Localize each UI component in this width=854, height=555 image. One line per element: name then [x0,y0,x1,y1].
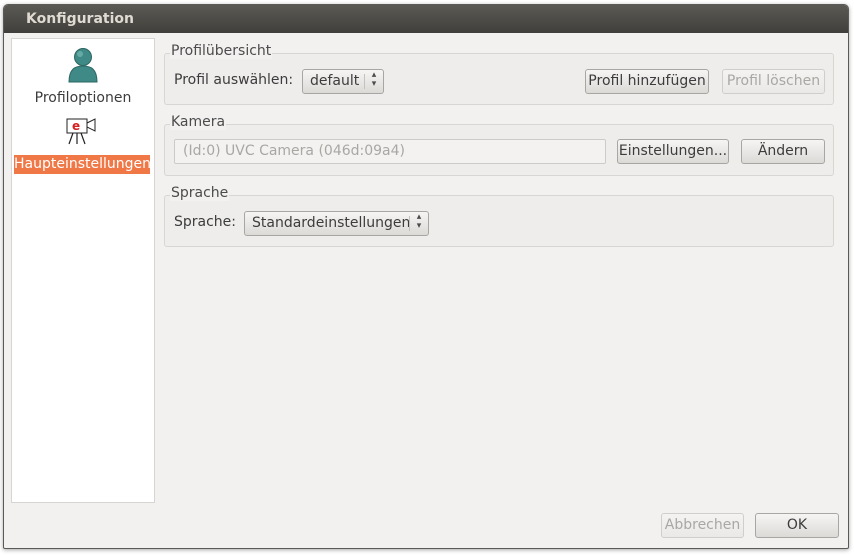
user-profile-icon [68,48,98,83]
profile-group: Profilübersicht Profil auswählen: defaul… [164,43,834,105]
sidebar-item-label: Haupteinstellungen [14,155,152,174]
sidebar-item-haupteinstellungen[interactable]: e Haupteinstellungen [12,115,154,177]
profile-select[interactable]: default ▴ ▾ [302,69,384,94]
window-title: Konfiguration [26,11,134,27]
language-select-value: Standardeinstellungen [252,215,411,231]
change-camera-button[interactable]: Ändern [741,139,825,164]
ok-button[interactable]: OK [755,513,839,538]
language-group: Sprache Sprache: Standardeinstellungen ▴… [164,185,834,247]
camera-group-title: Kamera [170,114,227,130]
camera-settings-button[interactable]: Einstellungen... [617,139,729,164]
camera-device-field[interactable]: (Id:0) UVC Camera (046d:09a4) [174,139,606,164]
sidebar: Profiloptionen e Haupteinstellungen [11,38,155,503]
sidebar-item-label: Profiloptionen [34,90,132,106]
language-group-title: Sprache [170,185,230,201]
combo-separator [409,216,410,231]
add-profile-button[interactable]: Profil hinzufügen [585,69,709,94]
combo-separator [364,74,365,89]
language-label: Sprache: [174,214,237,230]
svg-text:e: e [72,119,80,133]
up-down-arrows-icon: ▴ ▾ [416,212,422,231]
camera-settings-icon: e [66,118,96,145]
profile-select-label: Profil auswählen: [174,72,294,88]
up-down-arrows-icon: ▴ ▾ [371,70,377,89]
camera-group: Kamera (Id:0) UVC Camera (046d:09a4) Ein… [164,114,834,176]
profile-group-title: Profilübersicht [170,43,273,59]
window-titlebar[interactable]: Konfiguration [4,5,848,33]
cancel-button[interactable]: Abbrechen [661,513,744,538]
language-select[interactable]: Standardeinstellungen ▴ ▾ [244,211,429,236]
profile-select-value: default [310,73,360,89]
configuration-window: Konfiguration Profiloptionen e Haupteins… [3,4,849,549]
delete-profile-button[interactable]: Profil löschen [722,69,825,94]
